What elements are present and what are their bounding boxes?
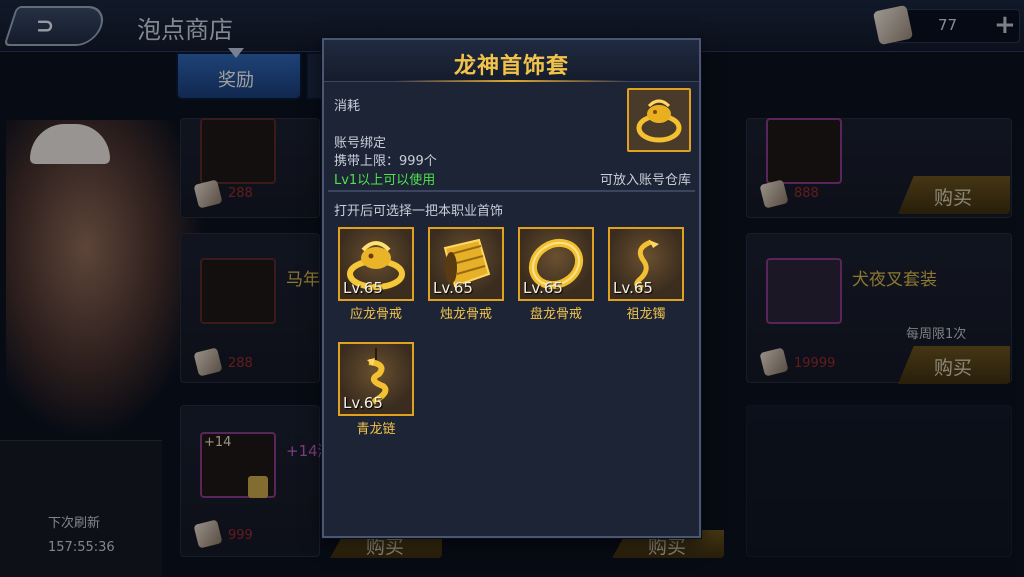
reward-item[interactable]: Lv.65 应龙骨戒 xyxy=(338,227,414,322)
divider xyxy=(328,190,695,192)
level-requirement: Lv1以上可以使用 xyxy=(334,173,436,188)
item-type: 消耗 xyxy=(334,99,361,114)
reward-icon-box: Lv.65 xyxy=(338,227,414,301)
popup-header: 龙神首饰套 xyxy=(324,40,699,82)
reward-icon-box: Lv.65 xyxy=(338,342,414,416)
choose-hint: 打开后可选择一把本职业首饰 xyxy=(334,204,504,219)
reward-item[interactable]: Lv.65 祖龙镯 xyxy=(608,227,684,322)
reward-name: 烛龙骨戒 xyxy=(439,307,492,322)
reward-level: Lv.65 xyxy=(433,279,473,297)
reward-icon-box: Lv.65 xyxy=(518,227,594,301)
reward-level: Lv.65 xyxy=(343,394,383,412)
reward-item[interactable]: Lv.65 青龙链 xyxy=(338,342,414,437)
popup-title: 龙神首饰套 xyxy=(453,54,569,79)
reward-level: Lv.65 xyxy=(343,279,383,297)
reward-item[interactable]: Lv.65 盘龙骨戒 xyxy=(518,227,594,322)
reward-level: Lv.65 xyxy=(613,279,653,297)
reward-name: 青龙链 xyxy=(356,422,396,437)
reward-name: 祖龙镯 xyxy=(626,307,666,322)
reward-icon-box: Lv.65 xyxy=(608,227,684,301)
reward-icon-box: Lv.65 xyxy=(428,227,504,301)
dragon-ring-icon xyxy=(636,99,682,143)
reward-name: 应龙骨戒 xyxy=(349,307,402,322)
reward-item[interactable]: Lv.65 烛龙骨戒 xyxy=(428,227,504,322)
main-item-icon xyxy=(627,88,691,152)
warehouse-info: 可放入账号仓库 xyxy=(599,173,691,188)
carry-limit: 携带上限：999个 xyxy=(334,154,437,169)
item-detail-popup: 龙神首饰套 消耗 账号绑定 携带上限：999个 Lv1以上可以使用 可放入账号仓… xyxy=(322,38,701,538)
reward-name: 盘龙骨戒 xyxy=(529,307,582,322)
reward-level: Lv.65 xyxy=(523,279,563,297)
bind-info: 账号绑定 xyxy=(334,136,387,151)
